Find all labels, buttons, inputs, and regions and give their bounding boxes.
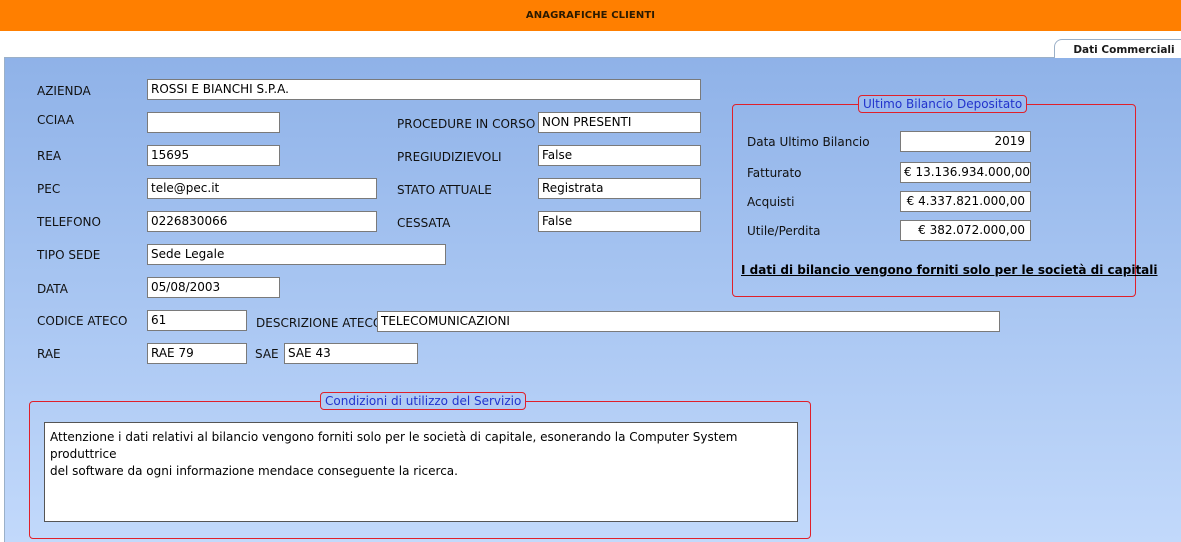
- rae-field[interactable]: RAE 79: [147, 343, 247, 364]
- condizioni-text[interactable]: Attenzione i dati relativi al bilancio v…: [44, 422, 798, 522]
- procedure-in-corso-label: PROCEDURE IN CORSO: [397, 117, 536, 131]
- tab-label: Dati Commerciali: [1073, 43, 1175, 56]
- telefono-field[interactable]: 0226830066: [147, 211, 377, 232]
- pec-label: PEC: [37, 182, 61, 196]
- descrizione-ateco-field[interactable]: TELECOMUNICAZIONI: [377, 311, 1000, 332]
- utile-perdita-label: Utile/Perdita: [747, 224, 821, 238]
- data-ultimo-bilancio-label: Data Ultimo Bilancio: [747, 135, 870, 149]
- tipo-sede-field[interactable]: Sede Legale: [147, 244, 446, 265]
- condizioni-group: Condizioni di utilizzo del Servizio Atte…: [29, 392, 811, 539]
- bilancio-note: I dati di bilancio vengono forniti solo …: [741, 263, 1158, 277]
- descrizione-ateco-label: DESCRIZIONE ATECO: [256, 316, 383, 330]
- stato-attuale-label: STATO ATTUALE: [397, 183, 492, 197]
- stato-attuale-field[interactable]: Registrata: [538, 178, 701, 199]
- rea-field[interactable]: 15695: [147, 145, 280, 166]
- pec-field[interactable]: tele@pec.it: [147, 178, 377, 199]
- tab-strip: Dati Commerciali: [0, 31, 1181, 59]
- data-ultimo-bilancio-field[interactable]: 2019: [900, 131, 1031, 152]
- fatturato-field[interactable]: € 13.136.934.000,00: [900, 162, 1031, 183]
- azienda-field[interactable]: ROSSI E BIANCHI S.P.A.: [147, 79, 701, 100]
- cciaa-label: CCIAA: [37, 113, 75, 127]
- rea-label: REA: [37, 149, 62, 163]
- telefono-label: TELEFONO: [37, 215, 101, 229]
- pregiudizievoli-field[interactable]: False: [538, 145, 701, 166]
- sae-label: SAE: [255, 347, 279, 361]
- utile-perdita-field[interactable]: € 382.072.000,00: [900, 220, 1031, 241]
- acquisti-label: Acquisti: [747, 195, 795, 209]
- codice-ateco-field[interactable]: 61: [147, 310, 247, 331]
- condizioni-title: Condizioni di utilizzo del Servizio: [320, 392, 527, 410]
- azienda-label: AZIENDA: [37, 84, 91, 98]
- ultimo-bilancio-group: Ultimo Bilancio Depositato Data Ultimo B…: [732, 95, 1158, 297]
- codice-ateco-label: CODICE ATECO: [37, 314, 128, 328]
- data-label: DATA: [37, 282, 68, 296]
- fatturato-label: Fatturato: [747, 166, 802, 180]
- tipo-sede-label: TIPO SEDE: [37, 248, 101, 262]
- window-title-bar: ANAGRAFICHE CLIENTI: [0, 0, 1181, 31]
- procedure-in-corso-field[interactable]: NON PRESENTI: [538, 112, 701, 133]
- tab-dati-commerciali[interactable]: Dati Commerciali: [1054, 39, 1181, 59]
- pregiudizievoli-label: PREGIUDIZIEVOLI: [397, 150, 502, 164]
- dati-commerciali-panel: AZIENDA ROSSI E BIANCHI S.P.A. CCIAA REA…: [4, 58, 1181, 542]
- sae-field[interactable]: SAE 43: [284, 343, 418, 364]
- window-title: ANAGRAFICHE CLIENTI: [525, 10, 656, 21]
- data-field[interactable]: 05/08/2003: [147, 277, 280, 298]
- acquisti-field[interactable]: € 4.337.821.000,00: [900, 191, 1031, 212]
- cciaa-field[interactable]: [147, 112, 280, 133]
- ultimo-bilancio-title: Ultimo Bilancio Depositato: [858, 95, 1028, 113]
- rae-label: RAE: [37, 347, 61, 361]
- cessata-label: CESSATA: [397, 216, 451, 230]
- cessata-field[interactable]: False: [538, 211, 701, 232]
